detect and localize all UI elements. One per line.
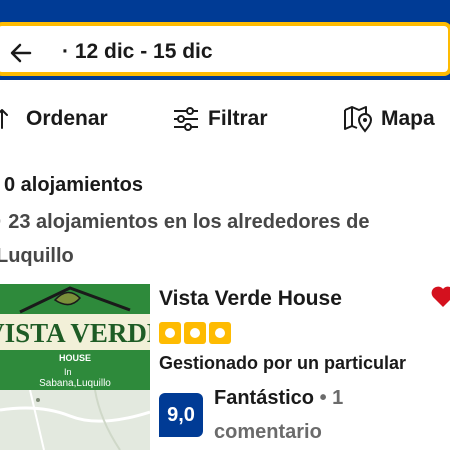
review-label: comentario bbox=[214, 421, 322, 443]
map-button[interactable]: Mapa bbox=[343, 104, 435, 134]
svg-text:HOUSE: HOUSE bbox=[59, 353, 91, 363]
filter-sliders-icon bbox=[174, 107, 198, 131]
review-summary: Fantástico • 1 bbox=[214, 387, 343, 410]
map-pin-icon bbox=[344, 106, 373, 133]
rating-square-icon bbox=[184, 322, 206, 344]
back-arrow-icon[interactable] bbox=[8, 40, 34, 66]
sort-label: Ordenar bbox=[26, 107, 108, 130]
svg-text:VISTA VERDE: VISTA VERDE bbox=[0, 318, 150, 348]
property-logo-image: VISTA VERDE HOUSE In Sabana,Luquillo bbox=[0, 284, 150, 390]
results-count: 0 alojamientos bbox=[4, 174, 143, 196]
rating-square-icon bbox=[159, 322, 181, 344]
svg-text:Sabana,Luquillo: Sabana,Luquillo bbox=[39, 378, 111, 389]
property-star-rating bbox=[159, 322, 231, 344]
search-summary-box[interactable]: · 12 dic - 15 dic bbox=[0, 22, 450, 76]
review-score-badge: 9,0 bbox=[159, 393, 203, 437]
results-list: 0 alojamientos · 23 alojamientos en los … bbox=[0, 154, 450, 450]
sort-button[interactable]: Ordenar bbox=[0, 104, 108, 134]
filter-button[interactable]: Filtrar bbox=[172, 104, 268, 134]
rating-square-icon bbox=[209, 322, 231, 344]
sort-arrows-icon bbox=[0, 109, 8, 129]
host-type-label: Gestionado por un particular bbox=[159, 353, 407, 373]
top-app-bar bbox=[0, 0, 450, 22]
property-map-thumbnail bbox=[0, 389, 150, 450]
property-name[interactable]: Vista Verde House bbox=[159, 287, 342, 311]
property-photo[interactable]: VISTA VERDE HOUSE In Sabana,Luquillo bbox=[0, 284, 150, 450]
separator: • bbox=[319, 387, 327, 409]
score-word: Fantástico bbox=[214, 387, 315, 409]
svg-text:In: In bbox=[64, 367, 72, 377]
search-header: · 12 dic - 15 dic bbox=[0, 22, 450, 80]
map-label: Mapa bbox=[381, 107, 435, 130]
results-action-bar: Ordenar Filtrar Mapa bbox=[0, 82, 450, 155]
review-count: 1 bbox=[332, 387, 344, 409]
search-dates[interactable]: · 12 dic - 15 dic bbox=[62, 40, 213, 64]
nearby-results-text: · 23 alojamientos en los alrededores de … bbox=[0, 211, 370, 267]
filter-label: Filtrar bbox=[208, 107, 268, 130]
heart-save-icon[interactable] bbox=[430, 285, 450, 309]
